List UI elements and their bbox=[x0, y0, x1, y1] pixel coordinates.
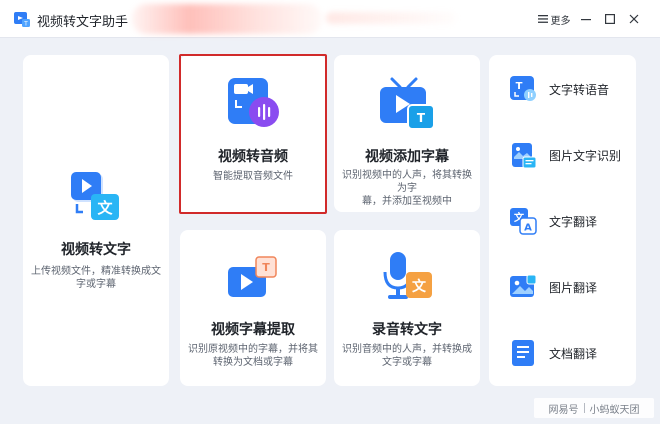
card-description-line: 转换为文档或字幕 bbox=[213, 357, 293, 368]
card-description: 识别视频中的人声，将其转换 为字 幕，并添加至视频中 bbox=[336, 169, 478, 208]
microphone-to-text-icon: 文 bbox=[383, 252, 432, 299]
minimize-button[interactable] bbox=[576, 9, 596, 29]
blurred-banner-tail bbox=[326, 12, 456, 24]
watermark-author: 小蚂蚁天团 bbox=[589, 404, 640, 416]
svg-text:A: A bbox=[524, 223, 532, 234]
side-item-label: 文档翻译 bbox=[549, 347, 598, 361]
image-translate-icon bbox=[510, 274, 537, 297]
card-description-line: 识别音频中的人声，并转换成 bbox=[342, 344, 472, 355]
card-description: 识别音频中的人声，并转换成 文字或字幕 bbox=[338, 343, 476, 369]
watermark-divider bbox=[583, 403, 585, 413]
title-bar: T 视频转文字助手 更多 bbox=[0, 0, 660, 38]
svg-text:T: T bbox=[516, 81, 523, 92]
close-button[interactable] bbox=[624, 9, 644, 29]
card-title: 视频转文字 bbox=[61, 242, 131, 258]
side-item-document-translate[interactable]: 文档翻译 bbox=[489, 332, 636, 372]
side-item-image-ocr[interactable]: 图片文字识别 bbox=[489, 134, 636, 174]
maximize-button[interactable] bbox=[600, 9, 620, 29]
card-video-add-subtitle[interactable]: T 视频添加字幕 识别视频中的人声，将其转换 为字 幕，并添加至视频中 bbox=[334, 55, 480, 212]
app-logo-icon: T bbox=[14, 12, 30, 28]
card-video-to-text[interactable]: 文 视频转文字 上传视频文件，精准转换成文 字或字幕 bbox=[23, 55, 169, 386]
side-item-label: 文字翻译 bbox=[549, 215, 598, 229]
svg-text:T: T bbox=[262, 261, 270, 274]
svg-text:T: T bbox=[417, 111, 426, 125]
subtitle-extract-icon: T bbox=[228, 256, 277, 297]
watermark: 网易号 小蚂蚁天团 bbox=[534, 398, 654, 418]
maximize-icon bbox=[605, 14, 615, 24]
card-title: 视频字幕提取 bbox=[211, 322, 295, 338]
card-description-line: 幕，并添加至视频中 bbox=[362, 196, 452, 207]
side-item-label: 图片翻译 bbox=[549, 281, 598, 295]
card-description-line: 识别原视频中的字幕，并将其 bbox=[188, 344, 318, 355]
svg-text:文: 文 bbox=[97, 199, 113, 217]
side-item-text-to-speech[interactable]: T 文字转语音 bbox=[489, 68, 636, 108]
app-title: 视频转文字助手 bbox=[37, 15, 129, 30]
card-video-to-audio[interactable]: 视频转音频 智能提取音频文件 bbox=[179, 54, 327, 214]
close-icon bbox=[629, 14, 639, 24]
svg-text:文: 文 bbox=[412, 278, 427, 295]
side-item-text-translate[interactable]: 文 A 文字翻译 bbox=[489, 200, 636, 240]
watermark-source: 网易号 bbox=[548, 404, 579, 416]
menu-icon bbox=[537, 15, 548, 23]
text-to-speech-icon: T bbox=[510, 76, 536, 101]
card-title: 录音转文字 bbox=[372, 322, 442, 338]
text-translate-icon: 文 A bbox=[510, 208, 537, 235]
card-description-line: 字或字幕 bbox=[76, 279, 116, 290]
more-button[interactable]: 更多 bbox=[534, 9, 574, 29]
card-subtitle-extract[interactable]: T 视频字幕提取 识别原视频中的字幕，并将其 转换为文档或字幕 bbox=[180, 230, 326, 386]
side-item-label: 文字转语音 bbox=[549, 83, 610, 97]
selection-highlight bbox=[179, 54, 327, 214]
card-title: 视频添加字幕 bbox=[365, 149, 449, 165]
side-item-label: 图片文字识别 bbox=[549, 149, 622, 163]
image-ocr-icon bbox=[512, 143, 537, 169]
minimize-icon bbox=[581, 19, 591, 21]
card-description-line: 文字或字幕 bbox=[382, 357, 432, 368]
blurred-banner bbox=[132, 4, 322, 34]
side-tools-panel: T 文字转语音 图片文字识别 文 A 文字翻译 图片翻译 文档翻译 bbox=[489, 55, 636, 386]
add-subtitle-icon: T bbox=[380, 77, 435, 130]
video-to-text-icon: 文 bbox=[71, 172, 119, 220]
more-label: 更多 bbox=[550, 15, 571, 27]
side-item-image-translate[interactable]: 图片翻译 bbox=[489, 266, 636, 306]
card-description: 上传视频文件，精准转换成文 字或字幕 bbox=[29, 265, 163, 291]
card-description-line: 识别视频中的人声，将其转换 为字 bbox=[342, 170, 472, 194]
svg-text:T: T bbox=[23, 21, 28, 28]
card-description: 识别原视频中的字幕，并将其 转换为文档或字幕 bbox=[184, 343, 322, 369]
card-recording-to-text[interactable]: 文 录音转文字 识别音频中的人声，并转换成 文字或字幕 bbox=[334, 230, 480, 386]
card-description-line: 上传视频文件，精准转换成文 bbox=[31, 266, 161, 277]
document-translate-icon bbox=[512, 340, 534, 366]
